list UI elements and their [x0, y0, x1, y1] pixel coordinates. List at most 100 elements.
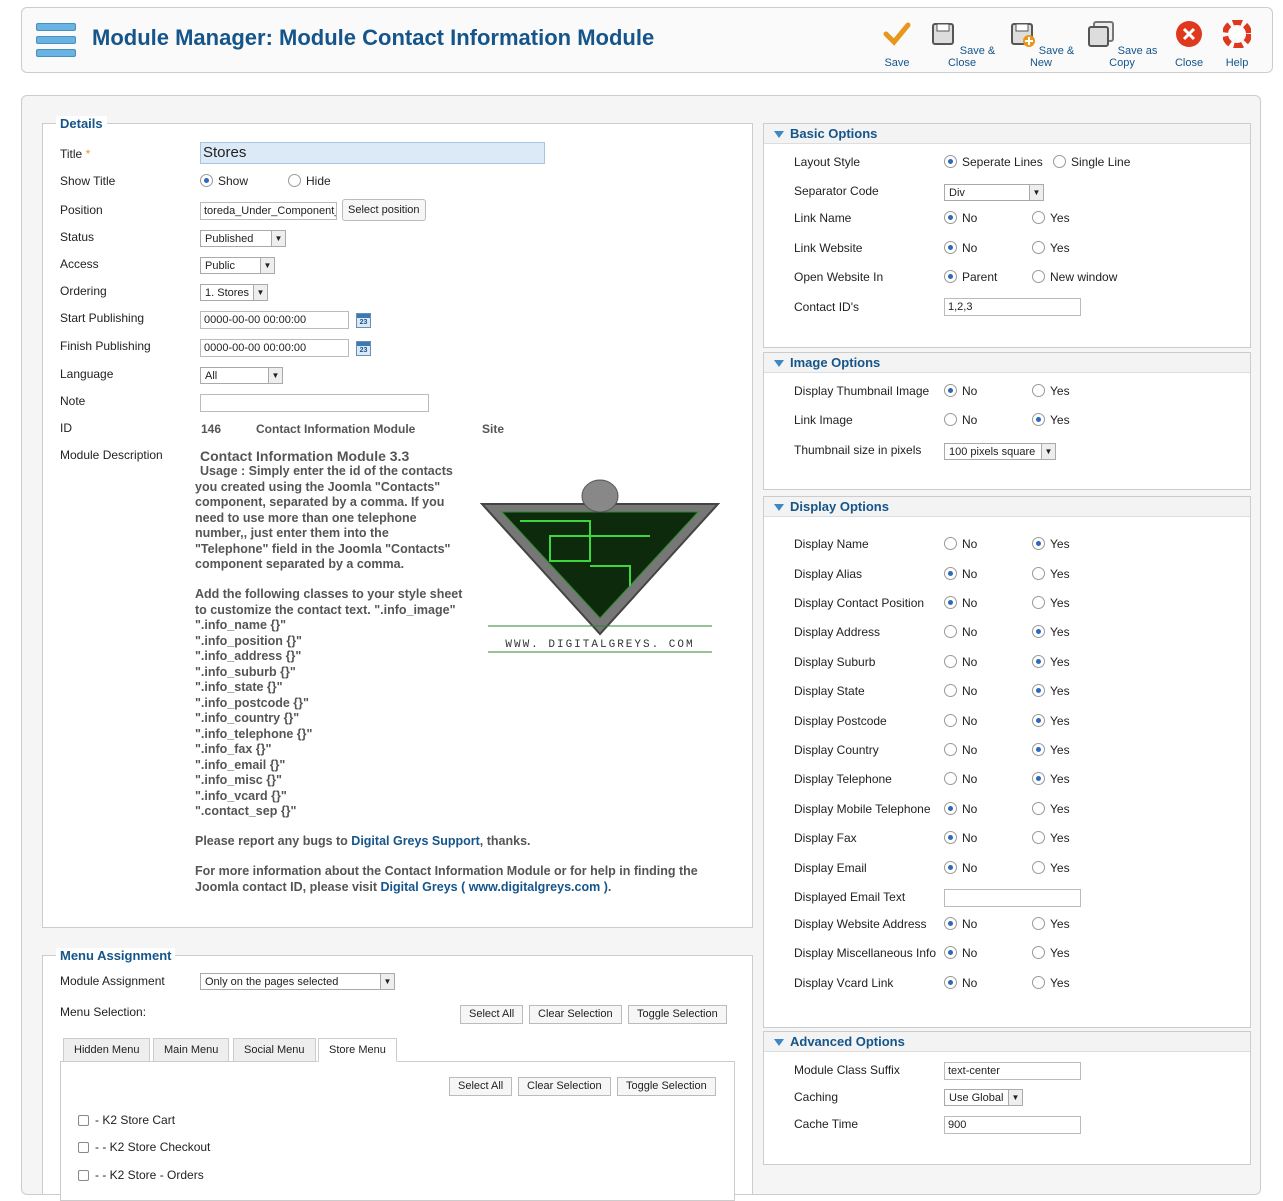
display-options-header[interactable]: Display Options	[764, 497, 1250, 517]
display-option-yes-radio[interactable]	[1032, 802, 1045, 815]
image-options-header[interactable]: Image Options	[764, 353, 1250, 373]
display-option-no-radio[interactable]	[944, 772, 957, 785]
tab-hidden-menu[interactable]: Hidden Menu	[63, 1038, 151, 1062]
calendar-icon[interactable]: 23	[356, 341, 371, 356]
display-option-no-radio[interactable]	[944, 537, 957, 550]
thumbnail-size-select[interactable]: 100 pixels square ▼	[944, 443, 1056, 460]
position-input[interactable]: toreda_Under_Component_1	[200, 202, 337, 220]
select-all-button[interactable]: Select All	[460, 1005, 524, 1024]
display-option-yes-radio[interactable]	[1032, 946, 1045, 959]
menu-item-checkbox[interactable]	[78, 1142, 89, 1153]
start-publishing-input[interactable]: 0000-00-00 00:00:00	[200, 311, 349, 329]
thumbnail-no-radio[interactable]	[944, 384, 957, 397]
display-option-yes-radio[interactable]	[1032, 976, 1045, 989]
open-parent-radio[interactable]	[944, 270, 957, 283]
tab-select-all-button[interactable]: Select All	[449, 1077, 513, 1096]
link-website-no-radio[interactable]	[944, 241, 957, 254]
display-option-no-radio[interactable]	[944, 655, 957, 668]
finish-publishing-input[interactable]: 0000-00-00 00:00:00	[200, 339, 349, 357]
display-option-yes-radio[interactable]	[1032, 537, 1045, 550]
access-select[interactable]: Public ▼	[200, 257, 275, 274]
help-button[interactable]: Help	[1220, 19, 1254, 69]
tab-store-menu[interactable]: Store Menu	[318, 1038, 397, 1062]
tab-toggle-selection-button[interactable]: Toggle Selection	[617, 1077, 716, 1096]
cache-time-input[interactable]: 900	[944, 1116, 1081, 1134]
class-suffix-input[interactable]: text-center	[944, 1062, 1081, 1080]
no-label: No	[962, 684, 978, 698]
separator-code-select[interactable]: Div ▼	[944, 184, 1044, 201]
tab-clear-selection-button[interactable]: Clear Selection	[518, 1077, 611, 1096]
show-title-hide-radio[interactable]	[288, 174, 301, 187]
display-option-no-radio[interactable]	[944, 861, 957, 874]
tab-social-menu[interactable]: Social Menu	[233, 1038, 316, 1062]
save-close-button[interactable]: Save & Close	[924, 20, 1000, 69]
display-option-no-radio[interactable]	[944, 802, 957, 815]
note-input[interactable]	[200, 394, 429, 412]
language-value: All	[205, 370, 218, 382]
module-description-label: Module Description	[60, 448, 163, 462]
contact-ids-input[interactable]: 1,2,3	[944, 298, 1081, 316]
display-option-no-radio[interactable]	[944, 684, 957, 697]
thumbnail-yes-radio[interactable]	[1032, 384, 1045, 397]
display-option-yes-radio[interactable]	[1032, 655, 1045, 668]
description-classes: Add the following classes to your style …	[195, 587, 463, 818]
link-image-yes-radio[interactable]	[1032, 413, 1045, 426]
title-input[interactable]: Stores	[200, 142, 545, 164]
save-new-button[interactable]: Save & New	[1007, 20, 1075, 69]
language-select[interactable]: All ▼	[200, 367, 283, 384]
calendar-icon[interactable]: 23	[356, 313, 371, 328]
display-option-yes-radio[interactable]	[1032, 917, 1045, 930]
menu-item-checkbox[interactable]	[78, 1115, 89, 1126]
display-option-yes-radio[interactable]	[1032, 861, 1045, 874]
display-option-no-radio[interactable]	[944, 917, 957, 930]
display-option-no-radio[interactable]	[944, 714, 957, 727]
toolbar-header: Module Manager: Module Contact Informati…	[21, 7, 1273, 73]
menu-item-checkbox[interactable]	[78, 1170, 89, 1181]
display-option-yes-radio[interactable]	[1032, 714, 1045, 727]
open-new-window-radio[interactable]	[1032, 270, 1045, 283]
basic-options-header[interactable]: Basic Options	[764, 124, 1250, 144]
email-text-input[interactable]	[944, 889, 1081, 907]
layout-single-radio[interactable]	[1053, 155, 1066, 168]
display-option-no-radio[interactable]	[944, 743, 957, 756]
caching-select[interactable]: Use Global ▼	[944, 1089, 1023, 1106]
select-position-button[interactable]: Select position	[342, 199, 426, 221]
ordering-select[interactable]: 1. Stores ▼	[200, 284, 268, 301]
caching-label: Caching	[794, 1090, 839, 1104]
module-assignment-select[interactable]: Only on the pages selected ▼	[200, 973, 395, 990]
display-option-no-radio[interactable]	[944, 596, 957, 609]
display-option-yes-radio[interactable]	[1032, 743, 1045, 756]
display-option-yes-radio[interactable]	[1032, 596, 1045, 609]
clear-selection-button[interactable]: Clear Selection	[529, 1005, 622, 1024]
display-option-yes-radio[interactable]	[1032, 684, 1045, 697]
display-option-no-radio[interactable]	[944, 567, 957, 580]
show-title-show-radio[interactable]	[200, 174, 213, 187]
toggle-selection-button[interactable]: Toggle Selection	[628, 1005, 727, 1024]
link-image-no-radio[interactable]	[944, 413, 957, 426]
display-option-no-radio[interactable]	[944, 976, 957, 989]
display-option-no-radio[interactable]	[944, 946, 957, 959]
display-option-yes-radio[interactable]	[1032, 567, 1045, 580]
no-label: No	[962, 384, 978, 398]
link-name-no-radio[interactable]	[944, 211, 957, 224]
details-legend: Details	[56, 116, 107, 131]
status-select[interactable]: Published ▼	[200, 230, 286, 247]
close-button[interactable]: Close	[1170, 20, 1208, 69]
save-copy-button[interactable]: Save as Copy	[1084, 20, 1160, 69]
display-option-yes-radio[interactable]	[1032, 831, 1045, 844]
tab-main-menu[interactable]: Main Menu	[153, 1038, 230, 1062]
link-website-yes-radio[interactable]	[1032, 241, 1045, 254]
save-button[interactable]: Save	[875, 20, 919, 69]
display-option-yes-radio[interactable]	[1032, 625, 1045, 638]
advanced-options-header[interactable]: Advanced Options	[764, 1032, 1250, 1052]
display-option-no-radio[interactable]	[944, 831, 957, 844]
link-name-yes-radio[interactable]	[1032, 211, 1045, 224]
support-link[interactable]: Digital Greys Support	[351, 834, 480, 848]
yes-label: Yes	[1050, 384, 1070, 398]
digitalgreys-link[interactable]: Digital Greys ( www.digitalgreys.com )	[380, 880, 607, 894]
display-option-yes-radio[interactable]	[1032, 772, 1045, 785]
separator-code-value: Div	[949, 187, 965, 199]
layout-seperate-radio[interactable]	[944, 155, 957, 168]
display-option-no-radio[interactable]	[944, 625, 957, 638]
layout-single-label: Single Line	[1071, 155, 1131, 169]
